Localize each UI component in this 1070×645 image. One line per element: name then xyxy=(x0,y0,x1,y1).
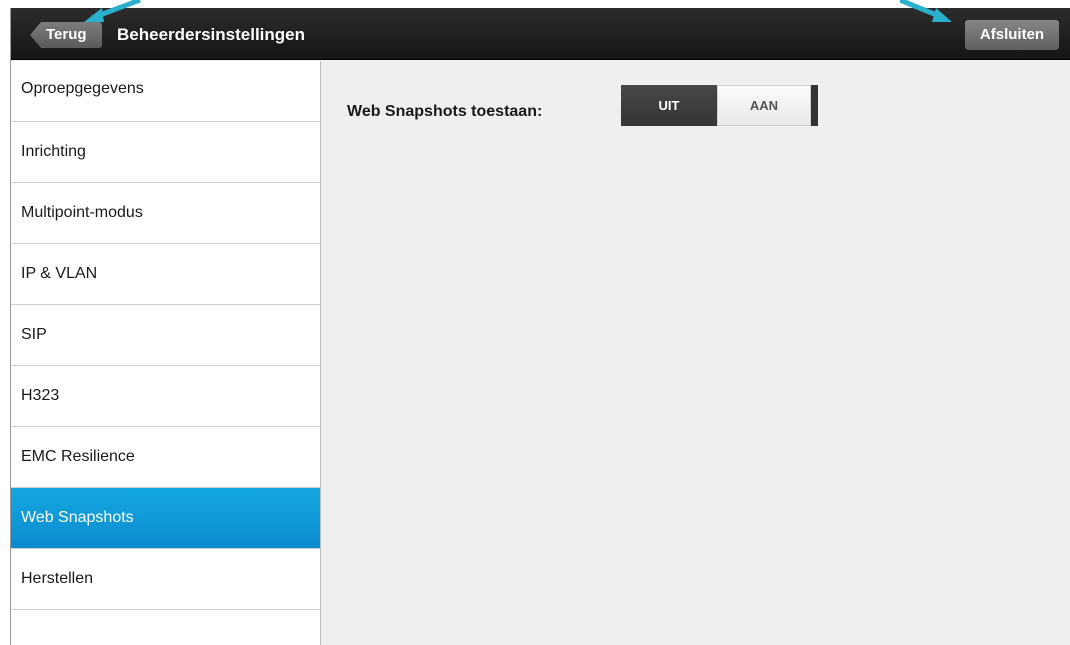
toggle-end-cap xyxy=(811,85,818,126)
sidebar-item-inrichting[interactable]: Inrichting xyxy=(11,122,320,183)
header-bar: Terug Beheerdersinstellingen Afsluiten xyxy=(11,8,1070,60)
sidebar-item-oproepgegevens[interactable]: Oproepgegevens xyxy=(11,61,320,122)
sidebar-item-sip[interactable]: SIP xyxy=(11,305,320,366)
sidebar-item-ip-vlan[interactable]: IP & VLAN xyxy=(11,244,320,305)
sidebar: Oproepgegevens Inrichting Multipoint-mod… xyxy=(11,61,321,645)
toggle-off-option[interactable]: UIT xyxy=(621,85,717,126)
exit-button[interactable]: Afsluiten xyxy=(965,20,1059,50)
sidebar-item-emc-resilience[interactable]: EMC Resilience xyxy=(11,427,320,488)
sidebar-item-multipoint-modus[interactable]: Multipoint-modus xyxy=(11,183,320,244)
back-button[interactable]: Terug xyxy=(30,22,102,48)
toggle-on-option[interactable]: AAN xyxy=(717,85,811,126)
page-title: Beheerdersinstellingen xyxy=(117,25,306,44)
web-snapshots-setting-label: Web Snapshots toestaan: xyxy=(347,103,543,120)
sidebar-item-herstellen[interactable]: Herstellen xyxy=(11,549,320,610)
sidebar-item-h323[interactable]: H323 xyxy=(11,366,320,427)
web-snapshots-toggle[interactable]: UIT AAN xyxy=(621,85,818,126)
app-window: Terug Beheerdersinstellingen Afsluiten O… xyxy=(10,8,1070,645)
main-panel: Web Snapshots toestaan: UIT AAN xyxy=(322,61,1070,645)
sidebar-item-web-snapshots[interactable]: Web Snapshots xyxy=(11,488,320,549)
